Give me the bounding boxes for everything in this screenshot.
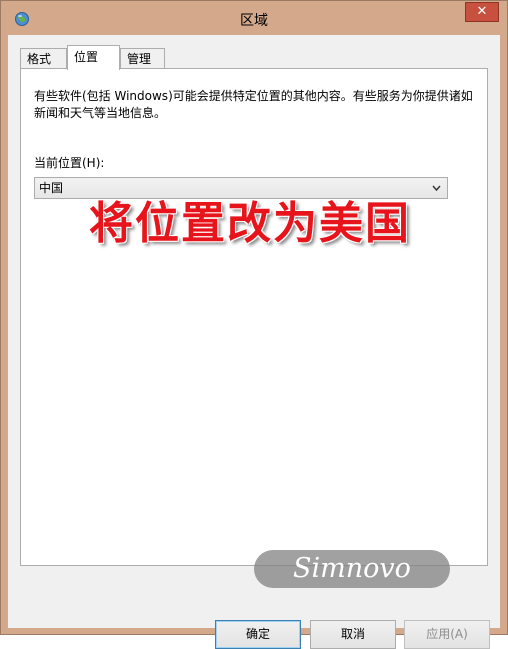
title-bar[interactable]: 区域 ✕ — [1, 1, 507, 35]
region-dialog: 区域 ✕ 格式 位置 管理 有些软件(包括 Windows)可能会提供特定位置的… — [0, 0, 508, 649]
tab-administrative[interactable]: 管理 — [120, 48, 165, 69]
tab-format[interactable]: 格式 — [20, 48, 67, 69]
location-tab-panel: 有些软件(包括 Windows)可能会提供特定位置的其他内容。有些服务为你提供诸… — [20, 68, 488, 566]
current-location-label: 当前位置(H): — [34, 156, 105, 170]
close-button[interactable]: ✕ — [465, 2, 499, 22]
location-description: 有些软件(包括 Windows)可能会提供特定位置的其他内容。有些服务为你提供诸… — [34, 89, 473, 120]
close-icon: ✕ — [476, 4, 488, 19]
chevron-down-icon — [432, 178, 441, 206]
tab-location[interactable]: 位置 — [67, 45, 120, 70]
current-location-value: 中国 — [39, 181, 64, 195]
dialog-client-area: 格式 位置 管理 有些软件(包括 Windows)可能会提供特定位置的其他内容。… — [8, 35, 500, 649]
window-title: 区域 — [240, 13, 268, 29]
watermark: Simnovo — [254, 550, 450, 588]
annotation-text: 将位置改为美国 — [89, 198, 411, 249]
